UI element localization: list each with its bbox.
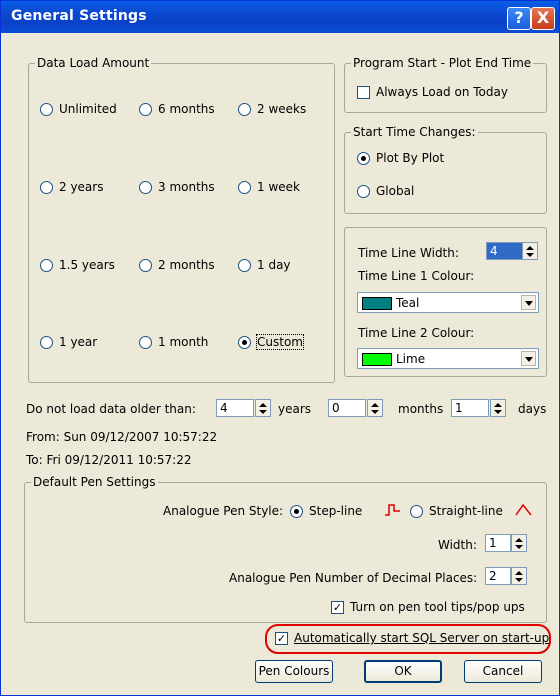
timeline-colour2-label: Time Line 2 Colour: [358,326,475,340]
decimals-input[interactable]: 2 [485,567,511,585]
sql-autostart-checkbox[interactable]: ✓ Automatically start SQL Server on start… [275,631,549,645]
radio-2-years[interactable]: 2 years [40,180,103,194]
chevron-down-icon[interactable] [521,295,536,310]
title-bar[interactable]: General Settings ? X [1,1,559,33]
pen-style-label: Analogue Pen Style: [163,504,284,518]
lime-swatch [362,353,392,366]
radio-unlimited[interactable]: Unlimited [40,102,117,116]
start-time-group: Start Time Changes: [344,125,547,214]
help-icon[interactable]: ? [507,7,531,30]
window-title: General Settings [11,8,147,24]
radio-plot-by-plot[interactable]: Plot By Plot [357,151,444,165]
radio-6-months[interactable]: 6 months [139,102,215,116]
pen-width-input[interactable]: 1 [485,534,511,552]
data-load-title: Data Load Amount [35,56,152,70]
radio-2-months[interactable]: 2 months [139,258,215,272]
timeline-width-label: Time Line Width: [358,246,459,260]
pen-settings-title: Default Pen Settings [31,475,158,489]
months-spinner[interactable] [367,399,383,417]
pen-colours-button[interactable]: Pen Colours [255,660,333,683]
teal-swatch [362,297,392,310]
radio-3-months[interactable]: 3 months [139,180,215,194]
always-load-checkbox[interactable]: Always Load on Today [357,85,508,99]
straight-line-icon [515,503,532,516]
timeline-colour2-select[interactable]: Lime [357,348,539,369]
radio-1-year[interactable]: 1 year [40,335,97,349]
timeline-colour1-label: Time Line 1 Colour: [358,269,475,283]
radio-1-day[interactable]: 1 day [238,258,291,272]
radio-2-weeks[interactable]: 2 weeks [238,102,306,116]
general-settings-dialog: General Settings ? X Data Load Amount Un… [0,0,560,696]
years-spinner[interactable] [255,399,271,417]
radio-1-month[interactable]: 1 month [139,335,208,349]
from-date: From: Sun 09/12/2007 10:57:22 [26,430,218,444]
timeline-width-input[interactable]: 4 [486,242,524,260]
days-input[interactable]: 1 [451,399,489,417]
tooltips-checkbox[interactable]: ✓ Turn on pen tool tips/pop ups [331,600,525,614]
radio-step-line[interactable]: Step-line [290,504,362,518]
to-date: To: Fri 09/12/2011 10:57:22 [26,453,192,467]
pen-width-label: Width: [438,538,477,552]
radio-global[interactable]: Global [357,184,414,198]
step-line-icon [385,504,400,516]
radio-1-5-years[interactable]: 1.5 years [40,258,115,272]
months-label: months [398,402,444,416]
decimals-label: Analogue Pen Number of Decimal Places: [229,571,478,585]
days-spinner[interactable] [490,399,506,417]
months-input[interactable]: 0 [328,399,366,417]
decimals-spinner[interactable] [511,567,527,585]
radio-1-week[interactable]: 1 week [238,180,300,194]
chevron-down-icon[interactable] [521,351,536,366]
radio-custom[interactable]: Custom [238,334,304,350]
cancel-button[interactable]: Cancel [464,660,542,683]
timeline-colour1-select[interactable]: Teal [357,292,539,313]
ok-button[interactable]: OK [364,660,442,683]
years-input[interactable]: 4 [216,399,254,417]
days-label: days [518,402,547,416]
pen-width-spinner[interactable] [511,534,527,552]
timeline-width-spinner[interactable] [522,242,538,260]
years-label: years [278,402,312,416]
radio-straight-line[interactable]: Straight-line [410,504,503,518]
older-than-label: Do not load data older than: [26,402,196,416]
close-icon[interactable]: X [531,7,555,30]
start-time-title: Start Time Changes: [351,125,478,139]
program-start-title: Program Start - Plot End Time [351,56,534,70]
